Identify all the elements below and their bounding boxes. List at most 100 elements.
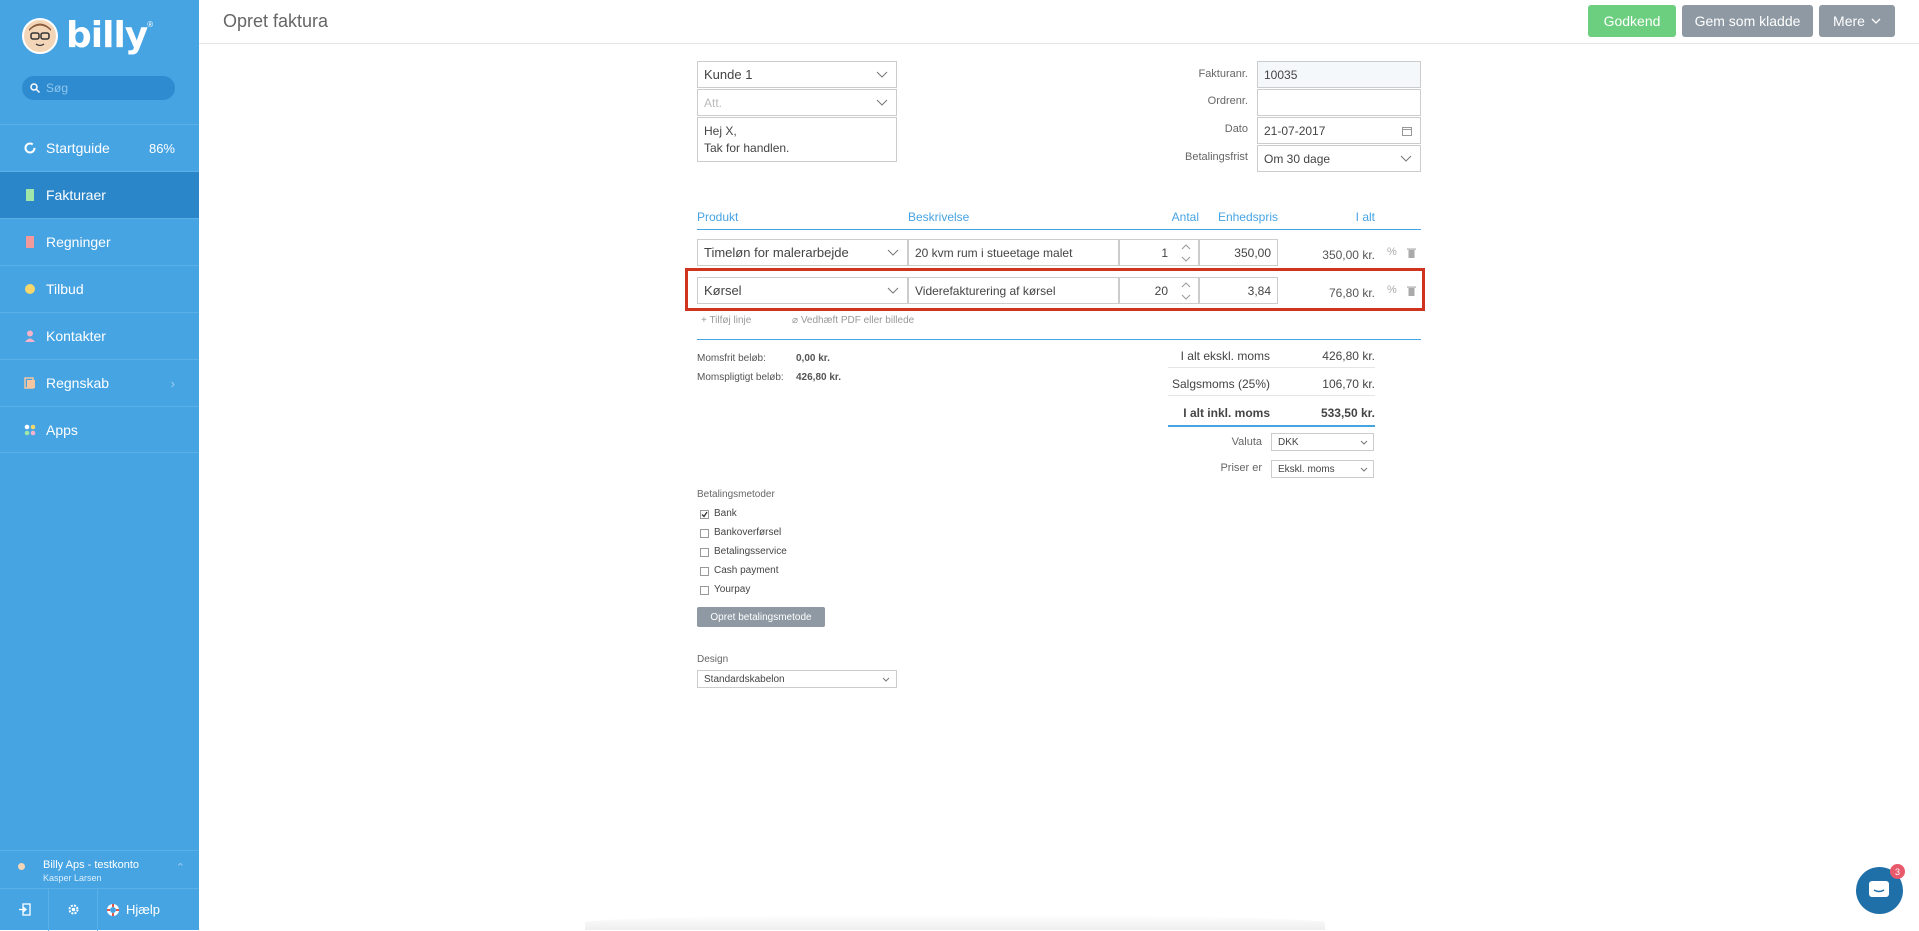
stepper-arrows-icon[interactable] (1180, 242, 1192, 264)
currency-select[interactable]: DKK (1271, 433, 1374, 451)
line-product-select[interactable]: Timeløn for malerarbejde (697, 239, 908, 266)
line-qty-stepper[interactable]: 20 (1119, 277, 1199, 304)
line-description-input[interactable]: Viderefakturering af kørsel (908, 277, 1119, 304)
checkbox-yourpay[interactable] (700, 586, 709, 595)
date-input[interactable]: 21-07-2017 (1257, 117, 1421, 144)
invoice-no-value: 10035 (1264, 67, 1298, 82)
attach-link[interactable]: ⌀ Vedhæft PDF eller billede (792, 315, 914, 326)
add-line-link[interactable]: + Tilføj linje (701, 315, 751, 326)
sidebar-item-label: Regninger (46, 234, 111, 250)
sidebar-item-label: Startguide (46, 140, 110, 156)
chevron-down-icon (876, 99, 888, 106)
total-incl-label: I alt inkl. moms (1183, 406, 1270, 420)
search-input[interactable]: Søg (22, 76, 175, 100)
sidebar-item-regninger[interactable]: Regninger (0, 218, 199, 265)
line-total: 76,80 kr. (1328, 286, 1375, 300)
prices-label: Priser er (1220, 462, 1262, 474)
design-select[interactable]: Standardskabelon (697, 670, 897, 688)
payment-method-label: Betalingsservice (714, 546, 787, 557)
trash-icon[interactable] (1407, 248, 1416, 258)
calendar-icon[interactable] (1402, 126, 1412, 136)
terms-value: Om 30 dage (1264, 151, 1331, 166)
checkbox-cash-payment[interactable] (700, 567, 709, 576)
line-description-input[interactable]: 20 kvm rum i stueetage malet (908, 239, 1119, 266)
line-product: Kørsel (704, 283, 742, 298)
customer-select[interactable]: Kunde 1 (697, 61, 897, 88)
vat-liable-label: Momspligtigt beløb: (697, 372, 784, 383)
ledger-icon (24, 377, 35, 389)
sidebar: billy ® Søg Startguide 86% Fakturaer Reg… (0, 0, 199, 931)
checkbox-betalingsservice[interactable] (700, 548, 709, 557)
terms-select[interactable]: Om 30 dage (1257, 145, 1421, 172)
payment-method-label: Bank (714, 508, 737, 519)
line-qty-stepper[interactable]: 1 (1119, 239, 1199, 266)
account-user: Kasper Larsen (43, 873, 102, 883)
billy-logo[interactable]: billy ® (22, 16, 153, 56)
save-draft-button[interactable]: Gem som kladde (1682, 5, 1813, 37)
sidebar-item-apps[interactable]: Apps (0, 406, 199, 453)
logout-button[interactable] (0, 888, 49, 931)
prices-select[interactable]: Ekskl. moms (1271, 460, 1374, 478)
create-payment-method-button[interactable]: Opret betalingsmetode (697, 607, 825, 627)
attach-label: Vedhæft PDF eller billede (800, 315, 915, 326)
line-total: 350,00 kr. (1322, 248, 1375, 262)
registered-mark: ® (147, 20, 154, 29)
sidebar-item-label: Apps (46, 421, 78, 438)
line-unit-price: 3,84 (1247, 283, 1271, 298)
logo-face-icon (22, 18, 58, 54)
att-select[interactable]: Att. (697, 89, 897, 116)
checkbox-bank[interactable] (700, 510, 709, 519)
sidebar-item-label: Kontakter (46, 328, 106, 344)
discount-percent-icon[interactable]: % (1387, 284, 1397, 296)
sidebar-item-fakturaer[interactable]: Fakturaer (0, 171, 199, 218)
line-unit-price-input[interactable]: 3,84 (1199, 277, 1278, 304)
total-excl-label: I alt ekskl. moms (1180, 349, 1270, 363)
chevron-down-icon (1360, 440, 1368, 445)
chevron-right-icon: › (170, 375, 175, 391)
date-value: 21-07-2017 (1264, 123, 1326, 138)
design-label: Design (697, 654, 729, 665)
line-unit-price-input[interactable]: 350,00 (1199, 239, 1278, 266)
design-value: Standardskabelon (704, 673, 785, 685)
invoice-no-input[interactable]: 10035 (1257, 61, 1421, 88)
document-icon (26, 189, 34, 201)
lines-divider (697, 339, 1421, 340)
stepper-arrows-icon[interactable] (1180, 280, 1192, 302)
vat-value: 106,70 kr. (1322, 377, 1375, 391)
sidebar-footer: Hjælp (0, 888, 199, 931)
line-description: 20 kvm rum i stueetage malet (915, 245, 1073, 260)
message-textarea[interactable]: Hej X, Tak for handlen. (697, 117, 897, 162)
progress-circle-icon (24, 142, 36, 154)
order-no-input[interactable] (1257, 89, 1421, 116)
line-product: Timeløn for malerarbejde (704, 245, 849, 260)
discount-percent-icon[interactable]: % (1387, 246, 1397, 258)
settings-button[interactable] (49, 888, 98, 931)
vat-free-label: Momsfrit beløb: (697, 353, 766, 364)
help-button[interactable]: Hjælp (98, 889, 199, 931)
account-switcher[interactable]: Billy Aps - testkonto Kasper Larsen ⌃ (0, 850, 199, 888)
paperclip-icon: ⌀ (792, 315, 801, 326)
line-description: Viderefakturering af kørsel (915, 283, 1056, 298)
approve-button[interactable]: Godkend (1588, 5, 1676, 37)
col-qty: Antal (1171, 210, 1199, 224)
line-product-select[interactable]: Kørsel (697, 277, 908, 304)
line-qty: 20 (1154, 283, 1168, 298)
sidebar-item-startguide[interactable]: Startguide 86% (0, 124, 199, 171)
sidebar-item-regnskab[interactable]: Regnskab › (0, 359, 199, 406)
vat-liable-value: 426,80 kr. (796, 372, 842, 383)
checkbox-bankoverforsel[interactable] (700, 529, 709, 538)
apps-icon (24, 424, 36, 435)
total-incl-value: 533,50 kr. (1320, 406, 1375, 420)
more-button[interactable]: Mere (1819, 5, 1895, 37)
sidebar-item-tilbud[interactable]: Tilbud (0, 265, 199, 312)
col-product: Produkt (697, 210, 739, 224)
trash-icon[interactable] (1407, 286, 1416, 296)
chat-button[interactable]: 3 (1856, 864, 1905, 914)
order-no-label: Ordrenr. (1207, 95, 1248, 107)
message-line-2: Tak for handlen. (704, 141, 790, 155)
chevron-down-icon (882, 677, 890, 682)
sidebar-item-kontakter[interactable]: Kontakter (0, 312, 199, 359)
payment-method-label: Cash payment (714, 565, 779, 576)
logout-icon (18, 903, 31, 916)
search-icon (30, 83, 40, 93)
